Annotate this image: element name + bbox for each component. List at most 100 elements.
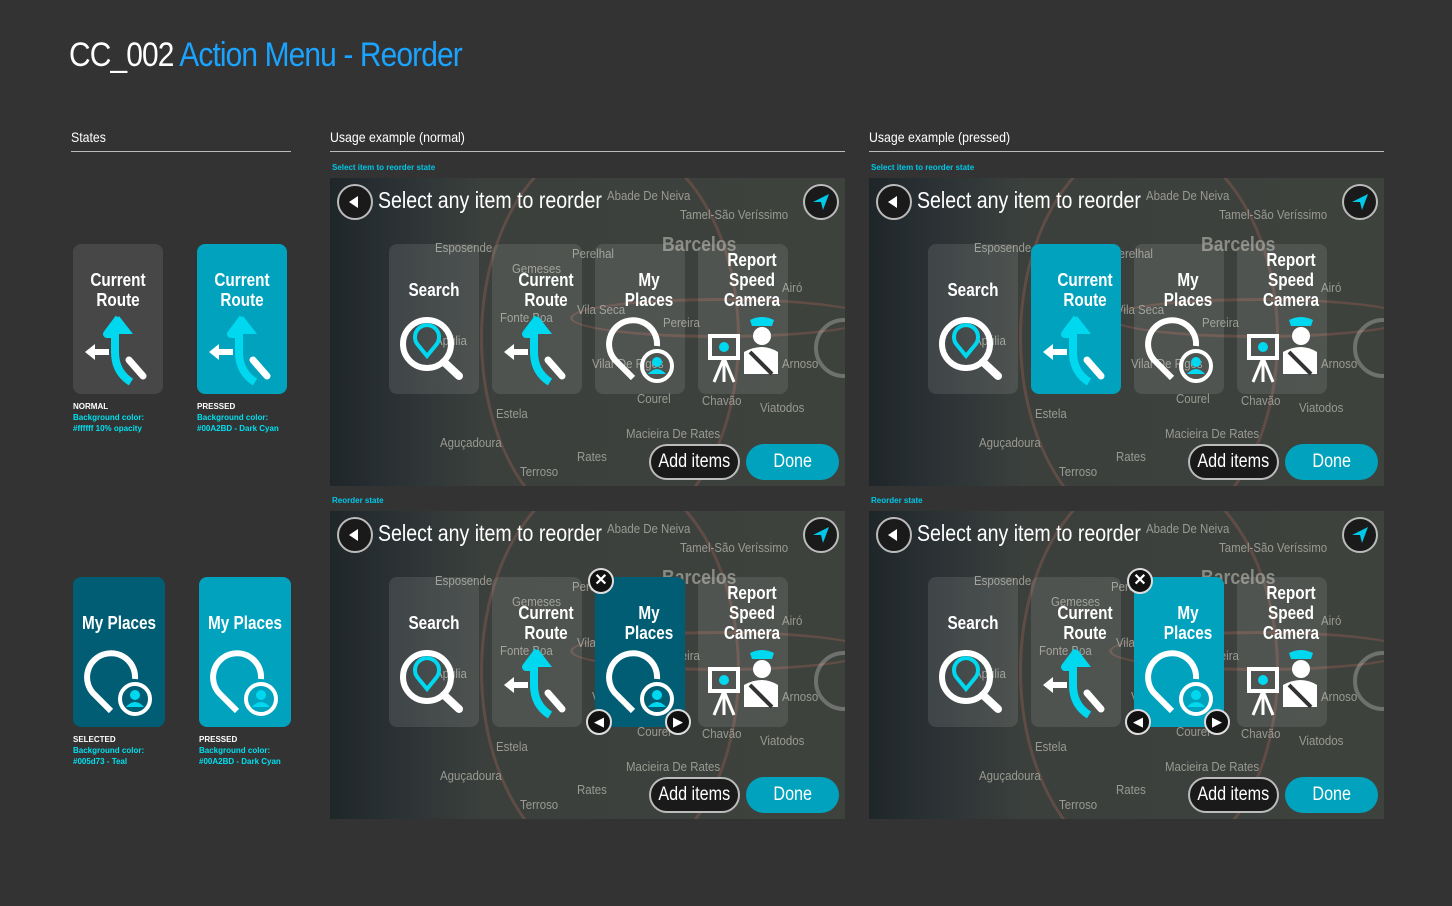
- map-label: Aguçadoura: [979, 435, 1041, 450]
- state-name: PRESSED: [197, 402, 236, 411]
- map-label: Viatodos: [1299, 400, 1344, 415]
- state-tile-normal: Current Route: [73, 244, 163, 394]
- remove-item-button[interactable]: ✕: [1127, 568, 1153, 594]
- back-button[interactable]: [876, 517, 912, 553]
- section-usage-normal: Usage example (normal): [330, 129, 845, 152]
- move-left-button[interactable]: ◀: [1125, 709, 1151, 735]
- navigation-arrow-icon: [1352, 194, 1368, 210]
- map-label: Tamel-São Veríssimo: [1219, 540, 1328, 555]
- example-caption: Reorder state: [871, 496, 923, 505]
- action-item-search[interactable]: Search: [389, 577, 479, 727]
- bg-label: Background color:: [73, 746, 145, 755]
- action-item-label: Report Speed Camera: [723, 583, 780, 643]
- add-items-label: Add items: [658, 784, 731, 805]
- action-item-speed-camera[interactable]: Report Speed Camera: [698, 577, 788, 727]
- map-label: Chavão: [702, 393, 742, 408]
- action-item-label: Report Speed Camera: [1262, 583, 1319, 643]
- screen-title: Select any item to reorder: [378, 187, 602, 213]
- remove-item-button[interactable]: ✕: [588, 568, 614, 594]
- bg-value: #00A2BD - Dark Cyan: [199, 757, 281, 766]
- tile-label: My Places: [207, 613, 283, 633]
- screen-title: Select any item to reorder: [917, 520, 1141, 546]
- map-label: Terroso: [520, 797, 559, 812]
- map-label: Macieira De Rates: [626, 759, 721, 774]
- map-label: Viatodos: [760, 733, 805, 748]
- add-items-button[interactable]: Add items: [1188, 777, 1279, 813]
- device-screen: Abade De Neiva Tamel-São Veríssimo Esposen…: [330, 178, 845, 486]
- action-item-speed-camera[interactable]: Report Speed Camera: [1237, 244, 1327, 394]
- action-item-current-route[interactable]: Current Route: [492, 244, 582, 394]
- device-screen: Abade De Neiva Tamel-São Veríssimo Esposen…: [330, 511, 845, 819]
- add-items-button[interactable]: Add items: [649, 777, 740, 813]
- section-states: States: [71, 129, 291, 152]
- compass-button[interactable]: [803, 184, 839, 220]
- action-item-label: My Places: [624, 603, 673, 643]
- action-item-label: Report Speed Camera: [1262, 250, 1319, 310]
- map-label: Chavão: [1241, 726, 1281, 741]
- example-caption: Select item to reorder state: [332, 163, 436, 172]
- map-label: Tamel-São Veríssimo: [1219, 207, 1328, 222]
- compass-button[interactable]: [1342, 184, 1378, 220]
- action-item-search[interactable]: Search: [928, 244, 1018, 394]
- bg-value: #00A2BD - Dark Cyan: [197, 424, 279, 433]
- action-item-label: Search: [408, 613, 460, 633]
- map-label: Aguçadoura: [440, 768, 502, 783]
- done-button[interactable]: Done: [1285, 444, 1378, 480]
- action-item-my-places[interactable]: My Places: [1134, 577, 1224, 727]
- title-prefix: CC_002: [69, 36, 174, 74]
- action-item-my-places[interactable]: My Places: [1134, 244, 1224, 394]
- compass-button[interactable]: [1342, 517, 1378, 553]
- map-label: Abade De Neiva: [607, 188, 691, 203]
- back-button[interactable]: [337, 184, 373, 220]
- back-button[interactable]: [337, 517, 373, 553]
- map-label: Viatodos: [1299, 733, 1344, 748]
- map-label: Terroso: [1059, 464, 1098, 479]
- screen-title: Select any item to reorder: [378, 520, 602, 546]
- action-item-search[interactable]: Search: [928, 577, 1018, 727]
- action-item-label: Search: [408, 280, 460, 300]
- action-item-label: Current Route: [517, 270, 574, 310]
- map-label: Estela: [496, 739, 528, 754]
- compass-button[interactable]: [803, 517, 839, 553]
- map-label: Chavão: [702, 726, 742, 741]
- done-label: Done: [1312, 451, 1351, 472]
- done-button[interactable]: Done: [746, 444, 839, 480]
- action-item-speed-camera[interactable]: Report Speed Camera: [1237, 577, 1327, 727]
- done-label: Done: [1312, 784, 1351, 805]
- action-item-search[interactable]: Search: [389, 244, 479, 394]
- action-item-speed-camera[interactable]: Report Speed Camera: [698, 244, 788, 394]
- done-label: Done: [773, 451, 812, 472]
- add-items-label: Add items: [1197, 784, 1270, 805]
- action-item-current-route[interactable]: Current Route: [1031, 244, 1121, 394]
- action-item-my-places[interactable]: My Places: [595, 244, 685, 394]
- map-label: Terroso: [1059, 797, 1098, 812]
- map-label: Tamel-São Veríssimo: [680, 540, 789, 555]
- map-label: Aguçadoura: [979, 768, 1041, 783]
- action-item-label: Current Route: [1056, 270, 1113, 310]
- example-caption: Reorder state: [332, 496, 384, 505]
- tile-label: Current Route: [90, 270, 146, 310]
- back-button[interactable]: [876, 184, 912, 220]
- action-item-current-route[interactable]: Current Route: [492, 577, 582, 727]
- state-note: SELECTED Background color: #005d73 - Teal: [73, 734, 144, 767]
- action-item-label: My Places: [624, 270, 673, 310]
- state-note: NORMAL Background color: #ffffff 10% opaci…: [73, 401, 144, 434]
- add-items-label: Add items: [1197, 451, 1270, 472]
- add-items-button[interactable]: Add items: [649, 444, 740, 480]
- move-left-button[interactable]: ◀: [586, 709, 612, 735]
- action-item-my-places[interactable]: My Places: [595, 577, 685, 727]
- state-tile-pressed: Current Route: [197, 244, 287, 394]
- done-label: Done: [773, 784, 812, 805]
- done-button[interactable]: Done: [1285, 777, 1378, 813]
- move-right-button[interactable]: ▶: [665, 709, 691, 735]
- map-label: Chavão: [1241, 393, 1281, 408]
- done-button[interactable]: Done: [746, 777, 839, 813]
- map-label: Estela: [496, 406, 528, 421]
- screen-title: Select any item to reorder: [917, 187, 1141, 213]
- action-item-current-route[interactable]: Current Route: [1031, 577, 1121, 727]
- add-items-button[interactable]: Add items: [1188, 444, 1279, 480]
- device-screen: Abade De Neiva Tamel-São Veríssimo Esposen…: [869, 511, 1384, 819]
- map-label: Abade De Neiva: [607, 521, 691, 536]
- move-right-button[interactable]: ▶: [1204, 709, 1230, 735]
- device-screen: Abade De Neiva Tamel-São Veríssimo Esposen…: [869, 178, 1384, 486]
